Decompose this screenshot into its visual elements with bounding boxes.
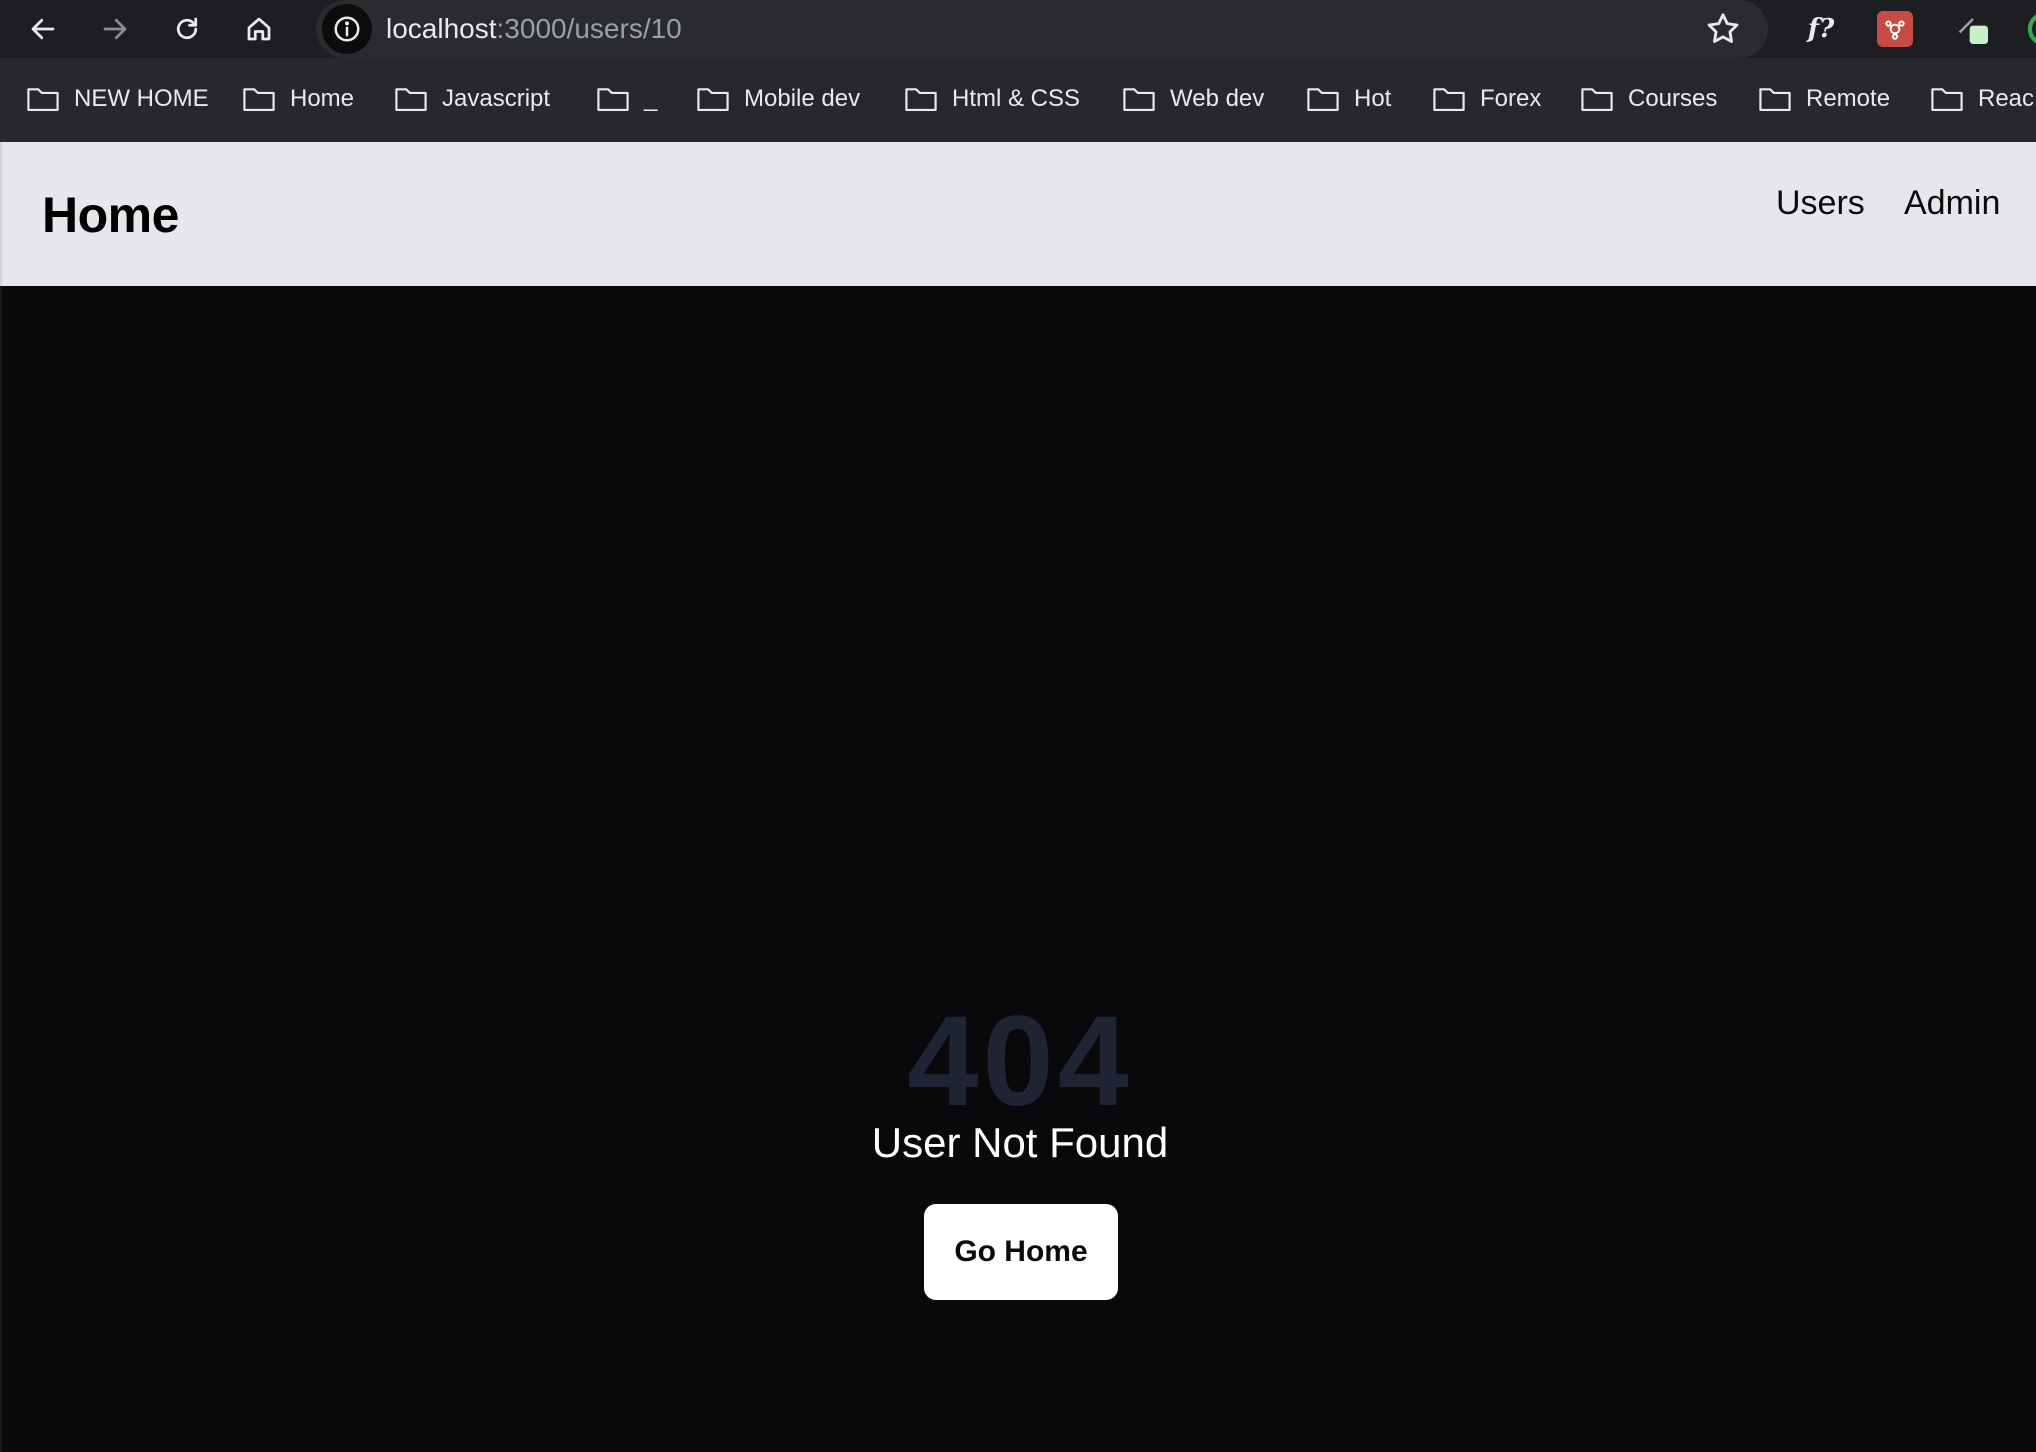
bookmark-label: Mobile dev [744, 85, 861, 112]
extension-red-badge [1877, 11, 1913, 47]
url-host: localhost [386, 13, 497, 44]
bookmark-label: Javascript [442, 85, 551, 112]
extension-pen-icon[interactable] [1952, 8, 1994, 50]
bookmark-item[interactable]: Html & CSS [904, 76, 1080, 122]
back-arrow-icon [31, 18, 55, 40]
main-content: 404 User Not Found Go Home [0, 286, 2036, 1452]
bookmark-item[interactable]: Mobile dev [696, 76, 860, 122]
bookmark-label: Remote [1806, 85, 1891, 112]
folder-icon [905, 88, 937, 112]
bookmark-item[interactable]: Remote [1758, 76, 1890, 122]
address-bar[interactable]: localhost:3000/users/10 [316, 0, 1768, 58]
bookmark-label: Courses [1628, 85, 1718, 112]
star-icon[interactable] [1704, 10, 1742, 48]
extension-green-icon[interactable] [2020, 8, 2036, 50]
extension-red-icon[interactable] [1874, 8, 1916, 50]
bookmark-label: Web dev [1170, 85, 1265, 112]
bookmark-label: Hot [1354, 85, 1392, 112]
bookmark-item[interactable]: Web dev [1122, 76, 1264, 122]
folder-icon [27, 88, 59, 112]
site-info-icon [334, 16, 360, 42]
bookmark-label: Html & CSS [952, 85, 1081, 112]
bookmark-item[interactable]: Forex [1432, 76, 1541, 122]
home-icon [247, 17, 271, 41]
nav-link-users[interactable]: Users [1776, 184, 1865, 223]
folder-icon [395, 88, 427, 112]
url-path: :3000/users/10 [496, 13, 682, 44]
extension-fx-label: f? [1807, 14, 1835, 44]
folder-icon [1581, 88, 1613, 112]
extension-fx-icon[interactable]: f? [1800, 8, 1842, 50]
brand-home-link[interactable]: Home [42, 186, 179, 244]
bookmark-label: Home [290, 85, 355, 112]
app-navbar: Home Users Admin [0, 142, 2036, 286]
folder-icon [1931, 88, 1963, 112]
reload-icon [176, 17, 198, 40]
nav-link-admin[interactable]: Admin [1904, 184, 2000, 223]
folder-icon [1307, 88, 1339, 112]
bookmarks-bar: NEW HOME Home Javascript _ Mobile dev Html & … [0, 76, 2036, 122]
bookmark-label: Reac [1978, 85, 2035, 112]
error-message: User Not Found [871, 1119, 1169, 1166]
bookmark-item[interactable]: Javascript [394, 76, 550, 122]
forward-arrow-icon [103, 18, 127, 40]
bookmark-item[interactable]: NEW HOME [26, 76, 209, 122]
site-info-button[interactable] [322, 4, 372, 54]
folder-icon [243, 88, 275, 112]
folder-icon [1433, 88, 1465, 112]
bookmark-item[interactable]: Courses [1580, 76, 1717, 122]
bookmark-item[interactable]: _ [596, 76, 657, 122]
error-code: 404 [907, 990, 1133, 1133]
forward-button[interactable] [92, 6, 138, 52]
home-button[interactable] [236, 6, 282, 52]
folder-icon [1759, 88, 1791, 112]
browser-toolbar: localhost:3000/users/10 f? [0, 0, 2036, 58]
folder-icon [597, 88, 629, 112]
browser-chrome: localhost:3000/users/10 f? NEW HOME Home J… [0, 0, 2036, 142]
bookmark-label: _ [644, 85, 658, 112]
folder-icon [697, 88, 729, 112]
bookmark-item[interactable]: Hot [1306, 76, 1391, 122]
bookmark-label: NEW HOME [74, 85, 209, 112]
reload-button[interactable] [164, 6, 210, 52]
go-home-button[interactable]: Go Home [924, 1204, 1118, 1300]
bookmark-item[interactable]: Home [242, 76, 354, 122]
back-button[interactable] [20, 6, 66, 52]
bookmark-label: Forex [1480, 85, 1542, 112]
url-text[interactable]: localhost:3000/users/10 [386, 12, 682, 46]
bookmark-item[interactable]: Reac [1930, 76, 2034, 122]
folder-icon [1123, 88, 1155, 112]
